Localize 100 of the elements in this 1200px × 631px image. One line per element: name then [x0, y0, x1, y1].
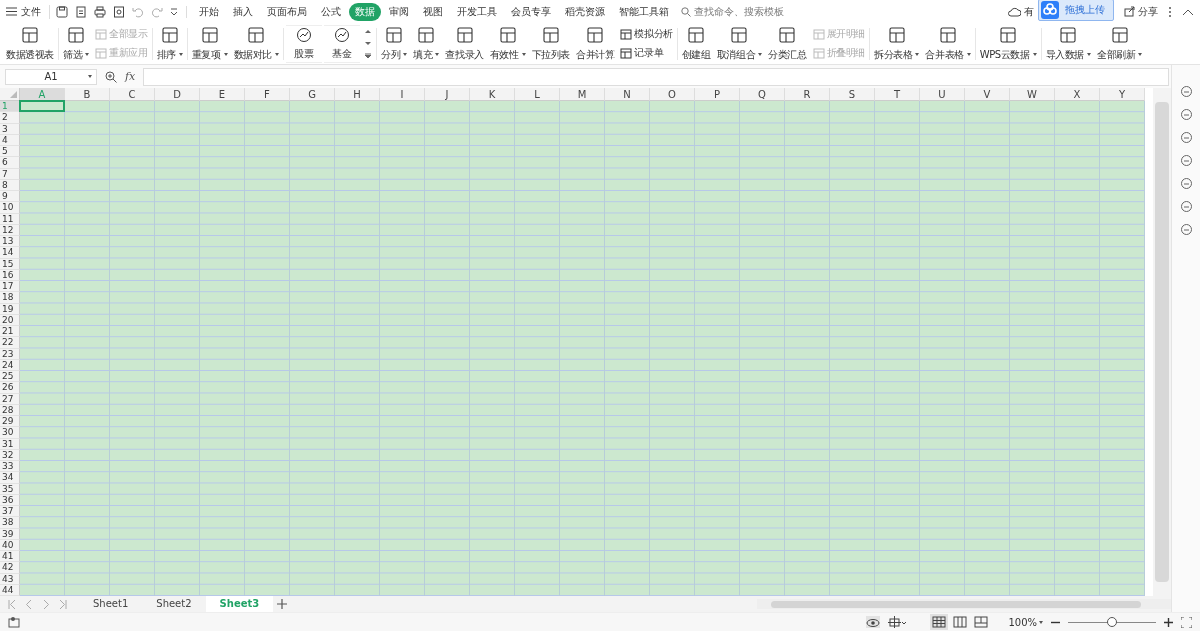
function-label[interactable]: fx: [125, 70, 136, 83]
row-header[interactable]: 34: [0, 472, 20, 484]
gallery-item[interactable]: 基金: [324, 24, 361, 63]
ribbon-tab[interactable]: 插入: [227, 2, 259, 21]
column-header[interactable]: X: [1055, 88, 1100, 101]
column-header[interactable]: B: [65, 88, 110, 101]
expand-icon[interactable]: [365, 52, 372, 59]
row-header[interactable]: 39: [0, 528, 20, 540]
page-view-icon[interactable]: [951, 614, 970, 630]
column-header[interactable]: N: [605, 88, 650, 101]
side-tool-icon[interactable]: [1179, 85, 1193, 98]
ribbon-button[interactable]: 全部刷新: [1095, 25, 1145, 62]
side-tool-icon[interactable]: [1179, 131, 1193, 144]
zoom-in-icon[interactable]: [1164, 617, 1173, 627]
print-icon[interactable]: [94, 5, 106, 18]
crosshair-icon[interactable]: [888, 616, 907, 628]
scroll-down-icon[interactable]: [365, 40, 372, 46]
row-header[interactable]: 6: [0, 157, 20, 169]
ribbon-button[interactable]: 排序: [154, 25, 185, 62]
scroll-up-icon[interactable]: [365, 28, 372, 34]
ribbon-button[interactable]: 下拉列表: [529, 25, 573, 62]
vertical-scrollbar[interactable]: [1153, 88, 1171, 596]
fullscreen-icon[interactable]: [1181, 616, 1192, 628]
column-header[interactable]: T: [875, 88, 920, 101]
ribbon-small-button[interactable]: 模拟分析: [620, 27, 673, 41]
document-icon[interactable]: [75, 5, 87, 18]
preview-icon[interactable]: [113, 5, 125, 18]
ribbon-tab[interactable]: 页面布局: [261, 2, 313, 21]
horizontal-scrollbar[interactable]: [757, 599, 1171, 609]
sheet-tab[interactable]: Sheet1: [79, 596, 143, 612]
side-tool-icon[interactable]: [1179, 108, 1193, 121]
ribbon-small-button[interactable]: 记录单: [620, 46, 673, 60]
collapse-icon[interactable]: [1182, 7, 1194, 16]
column-header[interactable]: W: [1010, 88, 1055, 101]
column-header[interactable]: Y: [1100, 88, 1145, 101]
ribbon-button[interactable]: 数据透视表: [4, 25, 56, 62]
column-header[interactable]: H: [335, 88, 380, 101]
row-header[interactable]: 35: [0, 483, 20, 495]
macro-icon[interactable]: [8, 616, 21, 628]
column-header[interactable]: M: [560, 88, 605, 101]
row-header[interactable]: 30: [0, 427, 20, 439]
row-header[interactable]: 26: [0, 382, 20, 394]
row-header[interactable]: 22: [0, 337, 20, 349]
upload-popup[interactable]: 拖拽上传: [1038, 0, 1114, 21]
column-header[interactable]: O: [650, 88, 695, 101]
ribbon-button[interactable]: 有效性: [487, 25, 528, 62]
column-header[interactable]: K: [470, 88, 515, 101]
ribbon-button[interactable]: 分列: [379, 25, 410, 62]
column-header[interactable]: R: [785, 88, 830, 101]
column-header[interactable]: E: [200, 88, 245, 101]
file-menu[interactable]: 文件: [6, 4, 50, 19]
ribbon-button[interactable]: 筛选: [61, 25, 92, 62]
row-header[interactable]: 14: [0, 247, 20, 259]
formula-input[interactable]: [143, 67, 1169, 86]
cell-grid[interactable]: [20, 101, 1145, 596]
ribbon-tab[interactable]: 稻壳资源: [559, 2, 611, 21]
zoom-icon[interactable]: [105, 70, 117, 83]
column-header[interactable]: S: [830, 88, 875, 101]
column-header[interactable]: J: [425, 88, 470, 101]
ribbon-button[interactable]: 拆分表格: [871, 25, 922, 62]
ribbon-tab[interactable]: 会员专享: [505, 2, 557, 21]
page-break-icon[interactable]: [972, 614, 991, 630]
ribbon-tab[interactable]: 公式: [315, 2, 347, 21]
cloud-label[interactable]: 有: [1024, 4, 1034, 19]
side-tool-icon[interactable]: [1179, 200, 1193, 213]
column-header[interactable]: G: [290, 88, 335, 101]
column-header[interactable]: V: [965, 88, 1010, 101]
column-header[interactable]: U: [920, 88, 965, 101]
row-header[interactable]: 23: [0, 348, 20, 360]
ribbon-button[interactable]: 重复项: [189, 25, 230, 62]
ribbon-button[interactable]: 查找录入: [443, 25, 486, 62]
row-header[interactable]: 18: [0, 292, 20, 304]
ribbon-button[interactable]: 合并表格: [923, 25, 973, 62]
row-header[interactable]: 3: [0, 123, 20, 135]
ribbon-button[interactable]: 导入数据: [1043, 25, 1093, 62]
ribbon-button[interactable]: 创建组: [679, 25, 713, 62]
normal-view-icon[interactable]: [930, 614, 949, 630]
ribbon-button[interactable]: 合并计算: [574, 25, 617, 62]
add-sheet-icon[interactable]: [277, 599, 288, 609]
row-header[interactable]: 19: [0, 303, 20, 315]
save-icon[interactable]: [56, 5, 68, 18]
row-header[interactable]: 15: [0, 258, 20, 270]
row-header[interactable]: 10: [0, 202, 20, 214]
ribbon-button[interactable]: WPS云数据: [977, 25, 1039, 62]
column-header[interactable]: I: [380, 88, 425, 101]
column-header[interactable]: Q: [740, 88, 785, 101]
ribbon-button[interactable]: 填充: [411, 25, 442, 62]
row-header[interactable]: 11: [0, 213, 20, 225]
eye-icon[interactable]: [866, 616, 881, 628]
row-header[interactable]: 43: [0, 573, 20, 585]
ribbon-button[interactable]: 分类汇总: [766, 25, 809, 62]
gallery-item[interactable]: 股票: [286, 24, 323, 63]
customize-caret-icon[interactable]: [170, 7, 178, 16]
ribbon-tab[interactable]: 审阅: [383, 2, 415, 21]
sheet-tab[interactable]: Sheet2: [142, 596, 206, 612]
ribbon-tab[interactable]: 开始: [193, 2, 225, 21]
column-header[interactable]: P: [695, 88, 740, 101]
row-header[interactable]: 2: [0, 112, 20, 124]
side-tool-icon[interactable]: [1179, 223, 1193, 236]
row-header[interactable]: 31: [0, 438, 20, 450]
